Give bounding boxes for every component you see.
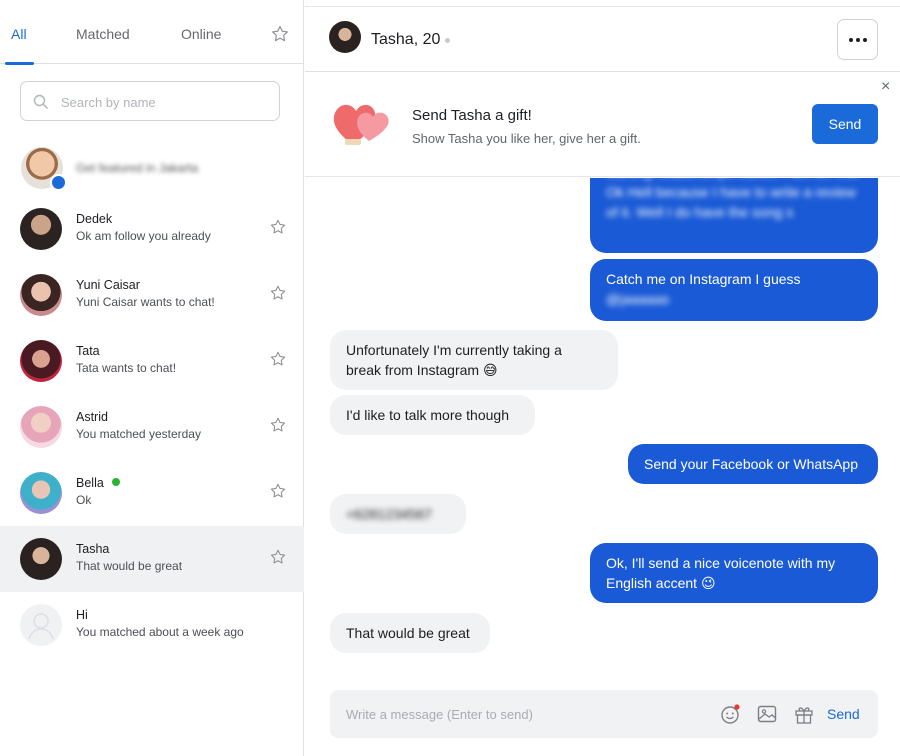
- message-input[interactable]: [346, 704, 706, 724]
- tab-online[interactable]: Online: [181, 26, 221, 42]
- conversation-list-panel: All Matched Online Get featured in Jakar…: [0, 0, 304, 756]
- contact-preview: Ok am follow you already: [76, 229, 211, 243]
- contact-row-tasha[interactable]: Tasha That would be great: [0, 526, 304, 592]
- message-incoming: I'd like to talk more though: [330, 395, 535, 435]
- message-text: starting relationships earlier. I am on …: [606, 178, 859, 220]
- contact-preview: Ok: [76, 493, 92, 507]
- contact-row-dedek[interactable]: Dedek Ok am follow you already: [0, 196, 304, 262]
- search-icon: [33, 94, 48, 109]
- active-tab-indicator: [5, 62, 34, 65]
- avatar: [20, 274, 62, 316]
- message-text: Unfortunately I'm currently taking a: [346, 342, 562, 358]
- star-icon[interactable]: [269, 284, 287, 302]
- message-incoming: Unfortunately I'm currently taking a bre…: [330, 330, 618, 390]
- contact-row-bella[interactable]: Bella Ok: [0, 460, 304, 526]
- contact-preview: Tata wants to chat!: [76, 361, 177, 375]
- avatar: [20, 472, 62, 514]
- featured-text: Get featured in Jakarta: [76, 161, 199, 175]
- filter-tabs: All Matched Online: [0, 6, 304, 65]
- message-outgoing: Catch me on Instagram I guess @jaaaaas: [590, 259, 878, 321]
- close-icon[interactable]: ×: [881, 79, 890, 95]
- tab-all[interactable]: All: [11, 26, 27, 42]
- contact-name: Astrid: [76, 410, 108, 424]
- message-text: Send your Facebook or WhatsApp: [644, 456, 859, 472]
- search-box[interactable]: [20, 81, 280, 121]
- message-outgoing: Send your Facebook or WhatsApp: [628, 444, 878, 484]
- contact-preview: Yuni Caisar wants to chat!: [76, 295, 215, 309]
- message-outgoing: starting relationships earlier. I am on …: [590, 178, 878, 253]
- gift-subtitle: Show Tasha you like her, give her a gift…: [412, 131, 641, 146]
- contact-row-astrid[interactable]: Astrid You matched yesterday: [0, 394, 304, 460]
- star-icon[interactable]: [269, 482, 287, 500]
- contact-row-yuni-caisar[interactable]: Yuni Caisar Yuni Caisar wants to chat!: [0, 262, 304, 328]
- message-incoming: That would be great: [330, 613, 490, 653]
- message-incoming: +6281234567: [330, 494, 466, 534]
- send-message-button[interactable]: Send: [827, 706, 860, 722]
- message-text: +6281234567: [346, 506, 433, 522]
- message-text: Ok, I'll send a nice voicenote with my: [606, 555, 836, 571]
- contact-preview: You matched about a week ago: [76, 625, 244, 639]
- message-text-line2: English accent 😉: [606, 575, 716, 591]
- chat-panel: Tasha, 20 × Send Tasha a gift! Show Tash…: [305, 0, 900, 756]
- gift-banner: × Send Tasha a gift! Show Tasha you like…: [305, 73, 900, 177]
- avatar: [20, 340, 62, 382]
- message-composer: Send: [330, 690, 878, 738]
- message-text: That would be great: [346, 625, 470, 641]
- avatar: [20, 406, 62, 448]
- contact-name: Hi: [76, 608, 88, 622]
- send-gift-button[interactable]: Send: [812, 104, 878, 144]
- contact-preview: That would be great: [76, 559, 183, 573]
- message-thread: starting relationships earlier. I am on …: [305, 178, 900, 688]
- contact-preview: You matched yesterday: [76, 427, 201, 441]
- contact-name: Tasha: [76, 542, 110, 556]
- message-outgoing: Ok, I'll send a nice voicenote with my E…: [590, 543, 878, 603]
- avatar: [20, 208, 62, 250]
- online-status-dot: [111, 478, 120, 486]
- chat-header: Tasha, 20: [305, 7, 900, 72]
- star-icon[interactable]: [269, 416, 287, 434]
- message-text: Catch me on Instagram I guess: [606, 271, 801, 287]
- contact-name: Yuni Caisar: [76, 278, 140, 292]
- more-options-button[interactable]: [837, 19, 878, 60]
- tab-matched[interactable]: Matched: [76, 26, 130, 42]
- emoji-icon[interactable]: [719, 703, 741, 725]
- avatar[interactable]: [329, 21, 361, 53]
- contact-name: Tata: [76, 344, 100, 358]
- gift-title: Send Tasha a gift!: [412, 107, 532, 124]
- featured-badge-icon: [50, 174, 67, 191]
- contact-name: Dedek: [76, 212, 113, 226]
- message-text-line2: break from Instagram 😅: [346, 362, 498, 378]
- default-user-icon: [28, 613, 54, 640]
- message-text: I'd like to talk more though: [346, 407, 509, 423]
- contact-name: Bella: [76, 476, 120, 490]
- more-dots-icon: [848, 38, 853, 42]
- hearts-gift-icon: [333, 104, 389, 145]
- message-text-line2: @jaaaaas: [606, 291, 670, 307]
- star-icon[interactable]: [269, 350, 287, 368]
- search-input[interactable]: [61, 92, 261, 112]
- gift-icon[interactable]: [793, 703, 815, 725]
- star-icon[interactable]: [269, 218, 287, 236]
- contact-row-hi[interactable]: Hi You matched about a week ago: [0, 592, 304, 658]
- favorites-star-icon[interactable]: [270, 24, 290, 44]
- image-icon[interactable]: [756, 703, 778, 725]
- star-icon[interactable]: [269, 548, 287, 566]
- featured-promo-row[interactable]: Get featured in Jakarta: [0, 140, 304, 196]
- avatar: [20, 538, 62, 580]
- avatar: [20, 604, 62, 646]
- presence-dot: [445, 38, 450, 43]
- contact-row-tata[interactable]: Tata Tata wants to chat!: [0, 328, 304, 394]
- chat-title[interactable]: Tasha, 20: [371, 31, 440, 49]
